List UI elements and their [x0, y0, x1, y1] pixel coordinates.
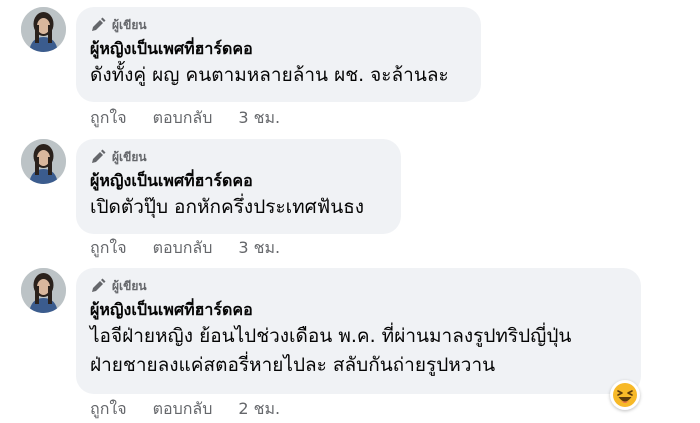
- author-badge-label: ผู้เขียน: [112, 278, 147, 293]
- comment-text-line: ดังทั้งคู่ ผญ คนตามหลายล้าน ผช. จะล้านละ: [90, 64, 449, 86]
- comment-bubble: ผู้เขียน ผู้หญิงเป็นเพศที่ฮาร์ดคอ ดังทั้…: [76, 7, 481, 102]
- reply-button[interactable]: ตอบกลับ: [153, 238, 213, 258]
- comment-bubble: ผู้เขียน ผู้หญิงเป็นเพศที่ฮาร์ดคอ เปิดตั…: [76, 139, 401, 234]
- comment-actions: ถูกใจ ตอบกลับ 2 ชม.: [90, 399, 280, 419]
- like-button[interactable]: ถูกใจ: [90, 238, 127, 258]
- pencil-icon: [92, 149, 106, 163]
- comment-actions: ถูกใจ ตอบกลับ 3 ชม.: [90, 108, 280, 128]
- like-button[interactable]: ถูกใจ: [90, 399, 127, 419]
- reply-button[interactable]: ตอบกลับ: [153, 108, 213, 128]
- author-badge: ผู้เขียน: [90, 147, 387, 167]
- author-name[interactable]: ผู้หญิงเป็นเพศที่ฮาร์ดคอ: [90, 298, 627, 322]
- comment-text-line: ไอจีฝ่ายหญิง ย้อนไปช่วงเดือน พ.ค. ที่ผ่า…: [90, 325, 572, 347]
- timestamp[interactable]: 3 ชม.: [238, 238, 280, 258]
- comment-text-line: ฝ่ายชายลงแค่สตอรี่หายไปละ สลับกันถ่ายรูป…: [90, 354, 496, 376]
- timestamp[interactable]: 2 ชม.: [238, 399, 280, 419]
- comment-text-line: เปิดตัวปุ๊บ อกหักครึ่งประเทศฟันธง: [90, 196, 365, 218]
- pencil-icon: [92, 278, 106, 292]
- author-badge: ผู้เขียน: [90, 276, 627, 296]
- author-badge-label: ผู้เขียน: [112, 149, 147, 164]
- avatar[interactable]: [21, 7, 66, 52]
- timestamp[interactable]: 3 ชม.: [238, 108, 280, 128]
- laughing-emoji-icon: [613, 383, 637, 407]
- author-badge-label: ผู้เขียน: [112, 17, 147, 32]
- avatar[interactable]: [21, 139, 66, 184]
- author-name[interactable]: ผู้หญิงเป็นเพศที่ฮาร์ดคอ: [90, 169, 387, 193]
- author-name[interactable]: ผู้หญิงเป็นเพศที่ฮาร์ดคอ: [90, 37, 467, 61]
- like-button[interactable]: ถูกใจ: [90, 108, 127, 128]
- pencil-icon: [92, 17, 106, 31]
- reaction-badge[interactable]: [610, 380, 640, 410]
- comment-actions: ถูกใจ ตอบกลับ 3 ชม.: [90, 238, 280, 258]
- author-badge: ผู้เขียน: [90, 15, 467, 35]
- comment-bubble: ผู้เขียน ผู้หญิงเป็นเพศที่ฮาร์ดคอ ไอจีฝ่…: [76, 268, 641, 394]
- avatar[interactable]: [21, 268, 66, 313]
- reply-button[interactable]: ตอบกลับ: [153, 399, 213, 419]
